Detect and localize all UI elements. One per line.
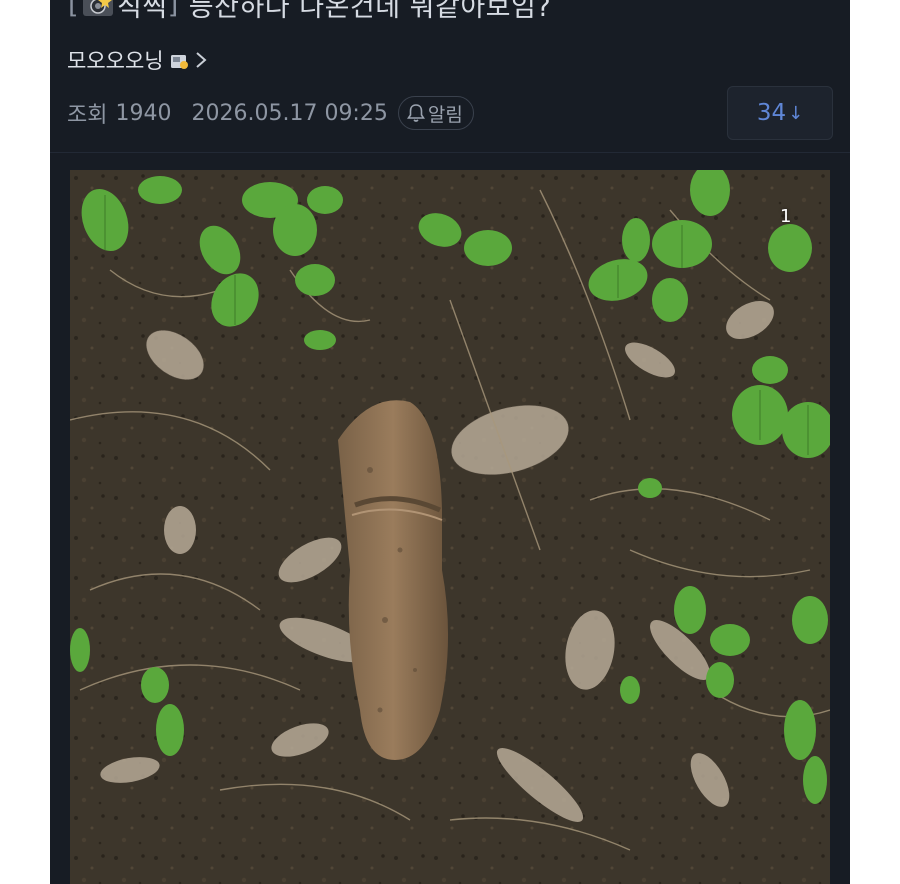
arrow-down-icon: ↓: [788, 102, 804, 124]
alarm-button[interactable]: 알림: [397, 96, 474, 130]
post-datetime: 2026.05.17 09:25: [191, 100, 388, 126]
bell-icon: [406, 103, 425, 123]
author-name: 모오오오닝: [67, 49, 164, 73]
title-tag: 직찍: [117, 0, 168, 23]
alarm-label: 알림: [427, 103, 463, 126]
chevron-right-icon: [194, 50, 208, 70]
post-view: [ 직찍 ] 등산하다 나온건데 뭐같아보임? 모오오오닝 조회 1940 20…: [50, 0, 850, 884]
divider: [50, 152, 850, 153]
author-link[interactable]: 모오오오닝: [67, 42, 208, 78]
camera-icon: [82, 0, 114, 17]
reply-count: 34: [756, 100, 787, 126]
views-label: 조회: [67, 103, 108, 128]
title-text: 등산하다 나온건데 뭐같아보임?: [188, 0, 552, 23]
title-bracket-close: ]: [167, 0, 179, 20]
post-photo[interactable]: 1: [70, 170, 830, 884]
reply-count-button[interactable]: 34 ↓: [727, 86, 833, 140]
title-bracket-open: [: [68, 0, 80, 20]
badge-icon: [170, 51, 188, 69]
post-title: [ 직찍 ] 등산하다 나온건데 뭐같아보임?: [68, 0, 551, 24]
views-count: 1940: [115, 100, 172, 126]
post-meta: 조회 1940 2026.05.17 09:25 알림: [67, 92, 474, 134]
photo-index-label: 1: [780, 206, 792, 227]
